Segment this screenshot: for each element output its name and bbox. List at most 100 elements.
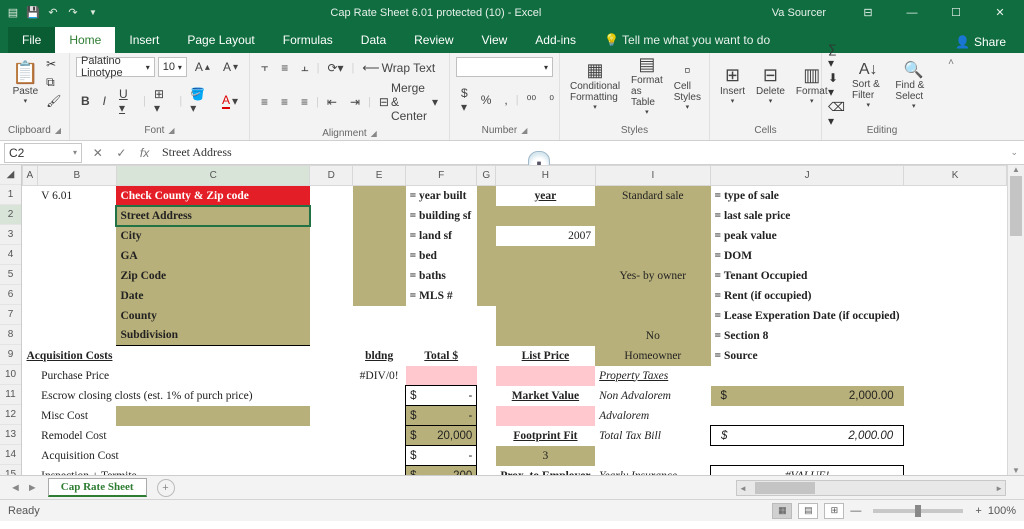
share-button[interactable]: 👤 Share (947, 31, 1014, 53)
row-header[interactable]: 14 (0, 445, 21, 465)
tab-formulas[interactable]: Formulas (269, 27, 347, 53)
bold-button[interactable]: B (76, 91, 95, 111)
zoom-slider[interactable] (873, 509, 963, 513)
align-left-icon[interactable]: ≡ (256, 92, 273, 112)
user-name[interactable]: Va Sourcer (772, 7, 826, 19)
fill-color-button[interactable]: 🪣▾ (185, 84, 214, 118)
expand-formula-bar-icon[interactable]: ⌄ (1004, 147, 1024, 158)
zoom-level[interactable]: 100% (988, 505, 1016, 517)
view-page-layout-icon[interactable]: ▤ (798, 503, 818, 519)
tab-addins[interactable]: Add-ins (521, 27, 590, 53)
row-header[interactable]: 1 (0, 185, 21, 205)
wrap-text-button[interactable]: ⟵ Wrap Text (357, 58, 440, 78)
accounting-format-button[interactable]: $ ▾ (456, 83, 473, 117)
tab-page-layout[interactable]: Page Layout (173, 27, 268, 53)
cells-table[interactable]: ABCDEFGHIJK V 6.01Check County & Zip cod… (22, 165, 1007, 486)
maximize-button[interactable]: ☐ (936, 1, 976, 25)
tab-insert[interactable]: Insert (115, 27, 173, 53)
qat-dropdown-icon[interactable]: ▼ (86, 6, 100, 20)
row-header[interactable]: 7 (0, 305, 21, 325)
sort-filter-button[interactable]: A↓Sort & Filter▾ (848, 59, 888, 111)
sheet-tab-active[interactable]: Cap Rate Sheet (48, 478, 147, 497)
horizontal-scrollbar[interactable]: ◄ ► (736, 480, 1006, 496)
comma-format-button[interactable]: , (499, 90, 512, 110)
autosum-button[interactable]: ∑ ▾ (828, 42, 845, 70)
enter-formula-icon[interactable]: ✓ (116, 146, 126, 160)
merge-center-button[interactable]: ⊟ Merge & Center ▾ (374, 78, 443, 126)
paste-button[interactable]: 📋Paste▾ (8, 58, 43, 107)
row-header[interactable]: 2 (0, 205, 21, 225)
row-header[interactable]: 9 (0, 345, 21, 365)
insert-function-icon[interactable]: fx (140, 146, 149, 160)
cell-styles-button[interactable]: ▫Cell Styles▾ (670, 58, 705, 113)
tab-data[interactable]: Data (347, 27, 400, 53)
sheet-nav-next-icon[interactable]: ► (27, 482, 38, 494)
formula-input[interactable]: Street Address (156, 143, 1004, 162)
fill-button[interactable]: ⬇ ▾ (828, 71, 845, 99)
tab-file[interactable]: File (8, 27, 55, 53)
cancel-formula-icon[interactable]: ✕ (93, 146, 103, 160)
tab-view[interactable]: View (468, 27, 522, 53)
delete-cells-button[interactable]: ⊟Delete▾ (752, 63, 789, 107)
save-icon[interactable]: 💾 (26, 6, 40, 20)
underline-button[interactable]: U ▾ (114, 84, 140, 118)
row-header[interactable]: 11 (0, 385, 21, 405)
increase-font-icon[interactable]: A▴ (190, 57, 215, 77)
row-header[interactable]: 8 (0, 325, 21, 345)
vertical-scroll-thumb[interactable] (1010, 176, 1022, 236)
italic-button[interactable]: I (98, 91, 111, 111)
format-painter-icon[interactable]: 🖌 (46, 94, 61, 108)
font-name-combo[interactable]: Palatino Linotype▾ (76, 57, 155, 77)
view-page-break-icon[interactable]: ⊞ (824, 503, 844, 519)
cut-icon[interactable]: ✂ (46, 57, 61, 71)
tab-home[interactable]: Home (55, 27, 115, 53)
decrease-font-icon[interactable]: A▾ (218, 57, 243, 77)
ribbon-options-icon[interactable]: ⊟ (848, 1, 888, 25)
decrease-decimal-icon[interactable]: ⁰ (544, 90, 559, 110)
align-right-icon[interactable]: ≡ (296, 92, 313, 112)
number-format-combo[interactable]: ▾ (456, 57, 553, 77)
decrease-indent-icon[interactable]: ⇤ (322, 92, 342, 112)
align-center-icon[interactable]: ≡ (276, 92, 293, 112)
font-size-combo[interactable]: 10▾ (158, 57, 187, 77)
tell-me[interactable]: 💡 Tell me what you want to do (590, 27, 784, 53)
select-all-corner[interactable]: ◢ (0, 165, 21, 185)
copy-icon[interactable]: ⧉ (46, 75, 61, 90)
horizontal-scroll-thumb[interactable] (755, 482, 815, 494)
row-header[interactable]: 12 (0, 405, 21, 425)
row-header[interactable]: 13 (0, 425, 21, 445)
percent-format-button[interactable]: % (476, 90, 497, 110)
row-header[interactable]: 5 (0, 265, 21, 285)
find-select-button[interactable]: 🔍Find & Select▾ (891, 58, 936, 112)
format-as-table-button[interactable]: ▤Format as Table▾ (627, 52, 667, 118)
close-button[interactable]: ✕ (980, 1, 1020, 25)
sheet-nav-prev-icon[interactable]: ◄ (10, 482, 21, 494)
conditional-formatting-button[interactable]: ▦Conditional Formatting▾ (566, 58, 624, 113)
scroll-up-icon[interactable]: ▲ (1008, 165, 1024, 174)
increase-decimal-icon[interactable]: ⁰⁰ (522, 90, 542, 110)
undo-icon[interactable]: ↶ (46, 6, 60, 20)
font-color-button[interactable]: A▾ (217, 90, 243, 112)
worksheet-grid[interactable]: ▮ ◢ 1 2 3 4 5 6 7 8 9 10 11 12 13 14 15 … (0, 165, 1024, 475)
align-top-icon[interactable]: ⫟ (256, 57, 273, 78)
borders-button[interactable]: ⊞ ▾ (149, 84, 176, 118)
new-sheet-button[interactable]: + (157, 479, 175, 497)
view-normal-icon[interactable]: ▦ (772, 503, 792, 519)
collapse-ribbon-icon[interactable]: ˄ (942, 53, 960, 140)
redo-icon[interactable]: ↷ (66, 6, 80, 20)
align-bottom-icon[interactable]: ⫠ (296, 57, 313, 78)
zoom-out-button[interactable]: — (850, 505, 861, 517)
row-header[interactable]: 3 (0, 225, 21, 245)
align-middle-icon[interactable]: ≡ (276, 58, 293, 78)
scroll-down-icon[interactable]: ▼ (1008, 466, 1024, 475)
row-header[interactable]: 4 (0, 245, 21, 265)
row-header[interactable]: 10 (0, 365, 21, 385)
insert-cells-button[interactable]: ⊞Insert▾ (716, 63, 749, 107)
name-box[interactable]: C2▾ (4, 143, 82, 163)
row-header[interactable]: 6 (0, 285, 21, 305)
increase-indent-icon[interactable]: ⇥ (345, 92, 365, 112)
zoom-in-button[interactable]: + (975, 505, 981, 517)
minimize-button[interactable]: — (892, 1, 932, 25)
orientation-icon[interactable]: ⟳▾ (322, 58, 348, 78)
tab-review[interactable]: Review (400, 27, 467, 53)
